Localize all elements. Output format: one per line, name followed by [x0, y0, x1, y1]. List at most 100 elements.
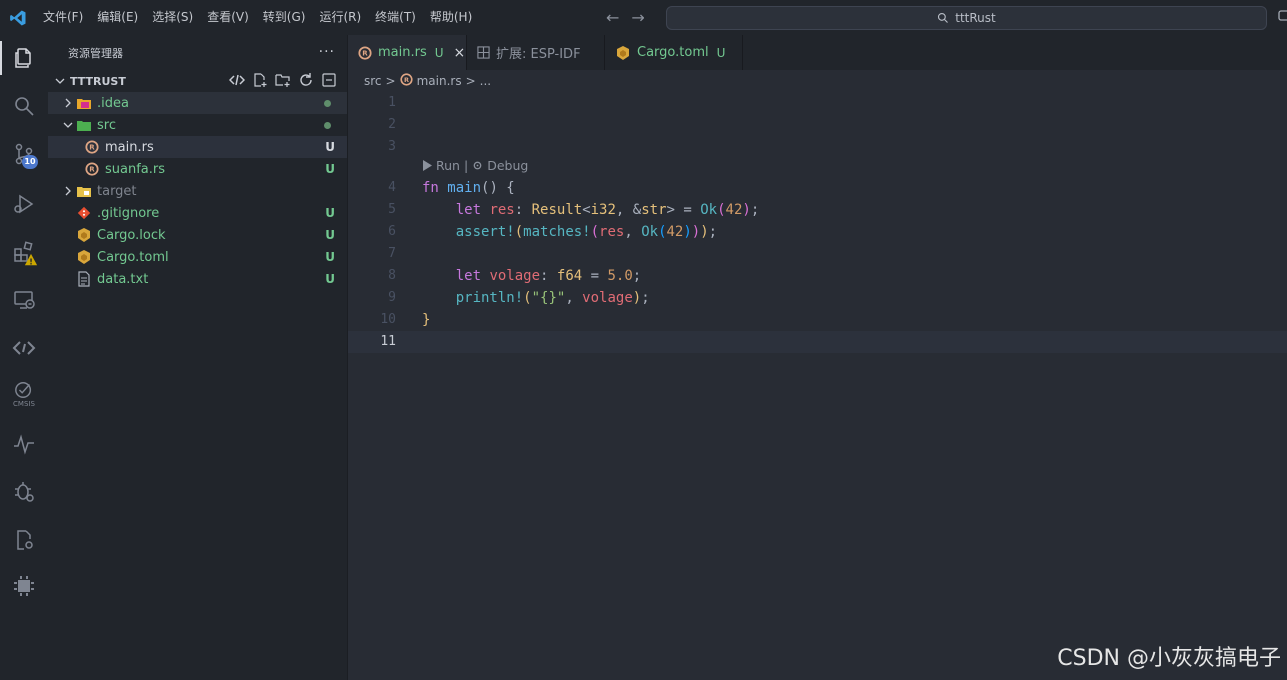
menu-help[interactable]: 帮助(H) [423, 0, 479, 35]
menu-run[interactable]: 运行(R) [312, 0, 368, 35]
tab-label: Cargo.toml [637, 45, 709, 60]
source-control-icon[interactable]: 10 [0, 133, 48, 175]
breadcrumb: src > R main.rs > ... [348, 70, 1287, 92]
svg-text:R: R [89, 144, 95, 152]
code-line: 7 [348, 243, 1287, 265]
gear-icon [473, 161, 482, 170]
cmsis-icon[interactable]: CMSIS [0, 373, 48, 415]
scm-count-badge: 10 [22, 155, 38, 169]
editor-tabs: R main.rs U × 扩展: ESP-IDF Cargo.toml U [348, 35, 1287, 70]
svg-text:R: R [404, 76, 409, 84]
menu-selection[interactable]: 选择(S) [145, 0, 200, 35]
extensions-icon[interactable]: ! [0, 231, 48, 273]
bug-settings-icon[interactable] [0, 471, 48, 513]
project-actions [228, 72, 337, 91]
warning-icon: ! [24, 253, 38, 266]
code-text: assert!(matches!(res, Ok(42))); [455, 224, 718, 240]
tree-file-cargo-lock[interactable]: Cargo.lock U [48, 224, 347, 246]
command-center-search[interactable]: tttRust [666, 6, 1267, 30]
forward-arrow-icon[interactable]: → [631, 8, 644, 27]
tab-label: 扩展: ESP-IDF [496, 47, 581, 62]
tree-label: main.rs [105, 139, 154, 155]
tree-label: Cargo.lock [97, 227, 166, 243]
collapse-all-icon[interactable] [321, 72, 337, 91]
tab-status: U [716, 45, 726, 60]
new-folder-icon[interactable] [275, 72, 291, 91]
more-actions-icon[interactable]: ··· [319, 44, 335, 60]
code-line: 2 [348, 114, 1287, 136]
codelens-debug[interactable]: Debug [487, 158, 528, 173]
tree-label: Cargo.toml [97, 249, 169, 265]
git-status: U [325, 140, 335, 154]
menu-edit[interactable]: 编辑(E) [90, 0, 145, 35]
breadcrumb-separator: > [465, 74, 476, 88]
close-icon[interactable]: × [454, 45, 466, 61]
git-status: U [325, 162, 335, 176]
chevron-right-icon [60, 98, 76, 108]
run-debug-icon[interactable] [0, 183, 48, 225]
code-line: 4 fn main() { [348, 177, 1287, 199]
git-file-icon [76, 205, 92, 221]
sidebar-title: 资源管理器 [68, 46, 123, 60]
tab-esp-idf-extension[interactable]: 扩展: ESP-IDF [467, 35, 605, 70]
search-icon[interactable] [0, 85, 48, 127]
line-number: 11 [380, 334, 396, 349]
code-brackets-icon[interactable] [0, 327, 48, 369]
explorer-icon[interactable] [0, 37, 48, 79]
back-arrow-icon[interactable]: ← [606, 8, 619, 27]
activity-bar: 10 ! CMSIS [0, 35, 48, 680]
tree-file-cargo-toml[interactable]: Cargo.toml U [48, 246, 347, 268]
modified-dot [324, 99, 331, 107]
tab-label: main.rs [378, 45, 427, 60]
code-line: 8 let volage: f64 = 5.0; [348, 265, 1287, 287]
svg-text:!: ! [29, 257, 33, 266]
code-text: println!("{}", volage); [455, 290, 650, 306]
menu-file[interactable]: 文件(F) [36, 0, 90, 35]
tree-label: suanfa.rs [105, 161, 166, 177]
tree-file-suanfa-rs[interactable]: R suanfa.rs U [48, 158, 347, 180]
tree-file-main-rs[interactable]: R main.rs U [48, 136, 347, 158]
idea-folder-icon [76, 95, 92, 111]
git-status: U [325, 228, 335, 242]
command-center-label: tttRust [955, 11, 996, 25]
git-status: U [325, 206, 335, 220]
nav-arrows: ← → [606, 0, 645, 35]
breadcrumb-src[interactable]: src [364, 74, 382, 88]
tree-file-gitignore[interactable]: .gitignore U [48, 202, 347, 224]
tree-file-data-txt[interactable]: data.txt U [48, 268, 347, 290]
modified-dot [324, 121, 331, 129]
codelens-run[interactable]: Run [436, 158, 460, 173]
tree-folder-idea[interactable]: .idea [48, 92, 347, 114]
file-gear-icon[interactable] [0, 519, 48, 561]
tab-main-rs[interactable]: R main.rs U × [348, 35, 467, 70]
code-line: 9 println!("{}", volage); [348, 287, 1287, 309]
project-header[interactable]: TTTRUST [48, 70, 347, 92]
project-name: TTTRUST [70, 74, 126, 88]
menu-view[interactable]: 查看(V) [200, 0, 256, 35]
title-bar: 文件(F) 编辑(E) 选择(S) 查看(V) 转到(G) 运行(R) 终端(T… [0, 0, 1287, 35]
code-text: } [422, 312, 431, 328]
breadcrumb-main-rs[interactable]: main.rs [417, 74, 462, 88]
chip-icon[interactable] [0, 565, 48, 607]
code-line-current: 11 [348, 331, 1287, 353]
code-icon[interactable] [228, 72, 246, 91]
tree-folder-target[interactable]: target [48, 180, 347, 202]
line-number: 8 [388, 268, 396, 283]
code-line: 5 let res: Result<i32, &str> = Ok(42); [348, 199, 1287, 221]
pulse-monitor-icon[interactable] [0, 423, 48, 465]
breadcrumb-ellipsis[interactable]: ... [480, 74, 491, 88]
code-line: 1 [348, 92, 1287, 114]
menu-go[interactable]: 转到(G) [256, 0, 313, 35]
code-text: fn main() { [422, 180, 515, 196]
new-file-icon[interactable] [252, 72, 268, 91]
remote-explorer-icon[interactable] [0, 279, 48, 321]
chat-icon[interactable] [1278, 10, 1287, 28]
refresh-icon[interactable] [298, 72, 314, 91]
code-text: let res: Result<i32, &str> = Ok(42); [455, 202, 760, 218]
code-editor[interactable]: 1 2 3 Run | Debug 4 fn main() { 5 let res… [348, 92, 1287, 680]
tab-cargo-toml[interactable]: Cargo.toml U [605, 35, 743, 70]
codelens: Run | Debug [422, 158, 528, 173]
tree-folder-src[interactable]: src [48, 114, 347, 136]
cargo-file-icon [615, 45, 631, 61]
menu-terminal[interactable]: 终端(T) [368, 0, 423, 35]
